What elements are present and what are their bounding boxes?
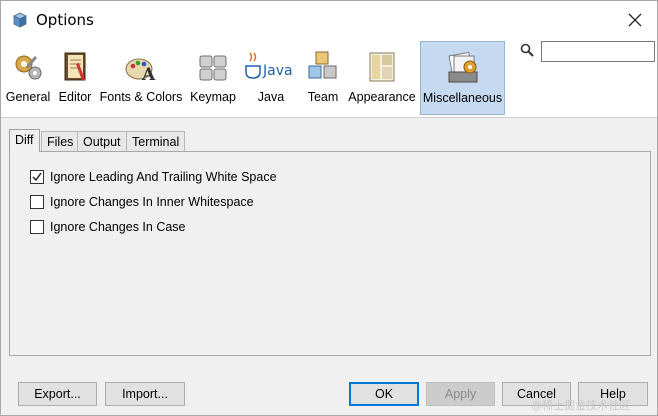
checkbox-label: Ignore Leading And Trailing White Space bbox=[50, 170, 277, 184]
category-general[interactable]: General bbox=[3, 41, 53, 115]
tab-terminal[interactable]: Terminal bbox=[126, 131, 186, 151]
category-label: Keymap bbox=[190, 90, 236, 104]
svg-text:A: A bbox=[141, 65, 156, 85]
tab-files[interactable]: Files bbox=[41, 131, 80, 151]
title-bar: Options bbox=[1, 1, 657, 39]
watermark: @稀土掘金技术社区 bbox=[531, 400, 631, 412]
checkbox-label: Ignore Changes In Inner Whitespace bbox=[50, 195, 254, 209]
team-cubes-icon bbox=[308, 51, 337, 79]
category-editor[interactable]: Editor bbox=[55, 41, 95, 115]
window-title: Options bbox=[36, 11, 94, 29]
category-java[interactable]: Java Java bbox=[242, 41, 300, 115]
category-label: General bbox=[5, 90, 51, 104]
fonts-colors-icon: A bbox=[125, 58, 156, 85]
search-icon bbox=[520, 43, 534, 57]
category-miscellaneous[interactable]: Miscellaneous bbox=[420, 41, 505, 115]
category-label: Team bbox=[307, 90, 339, 104]
checkbox-box[interactable] bbox=[30, 195, 44, 209]
checkmark-icon bbox=[32, 172, 42, 182]
ignore-inner-whitespace-checkbox[interactable]: Ignore Changes In Inner Whitespace bbox=[30, 193, 254, 211]
category-keymap[interactable]: Keymap bbox=[188, 41, 238, 115]
close-button[interactable] bbox=[613, 1, 657, 39]
apply-button[interactable]: Apply bbox=[426, 382, 495, 406]
java-logo-icon: Java bbox=[245, 52, 293, 79]
ignore-leading-trailing-whitespace-checkbox[interactable]: Ignore Leading And Trailing White Space bbox=[30, 168, 277, 186]
category-fonts-colors[interactable]: A Fonts & Colors bbox=[97, 41, 185, 115]
keymap-keyboard-icon bbox=[199, 55, 227, 81]
svg-text:Java: Java bbox=[262, 63, 293, 79]
ok-button[interactable]: OK bbox=[349, 382, 419, 406]
ignore-case-checkbox[interactable]: Ignore Changes In Case bbox=[30, 218, 186, 236]
general-gears-icon bbox=[15, 55, 42, 80]
category-team[interactable]: Team bbox=[303, 41, 343, 115]
close-icon bbox=[628, 13, 642, 27]
editor-notebook-icon bbox=[64, 52, 86, 81]
import-button[interactable]: Import... bbox=[105, 382, 185, 406]
checkbox-box[interactable] bbox=[30, 170, 44, 184]
category-label: Miscellaneous bbox=[422, 91, 503, 105]
category-label: Appearance bbox=[348, 90, 416, 104]
category-label: Fonts & Colors bbox=[99, 90, 183, 104]
netbeans-cube-icon bbox=[13, 12, 27, 28]
category-label: Java bbox=[257, 90, 285, 104]
diff-options-panel: Ignore Leading And Trailing White Space … bbox=[9, 151, 651, 356]
category-label: Editor bbox=[58, 90, 92, 104]
appearance-layout-icon bbox=[369, 52, 395, 82]
checkbox-box[interactable] bbox=[30, 220, 44, 234]
search-input[interactable] bbox=[541, 41, 655, 62]
options-dialog: Options General Editor A Fonts & Colors … bbox=[0, 0, 658, 416]
category-toolbar: General Editor A Fonts & Colors Keymap J… bbox=[1, 39, 657, 117]
miscellaneous-folder-icon bbox=[447, 51, 477, 83]
toolbar-divider bbox=[1, 117, 657, 118]
category-appearance[interactable]: Appearance bbox=[346, 41, 418, 115]
tab-output[interactable]: Output bbox=[77, 131, 127, 151]
export-button[interactable]: Export... bbox=[18, 382, 97, 406]
checkbox-label: Ignore Changes In Case bbox=[50, 220, 186, 234]
tab-diff[interactable]: Diff bbox=[9, 129, 40, 152]
